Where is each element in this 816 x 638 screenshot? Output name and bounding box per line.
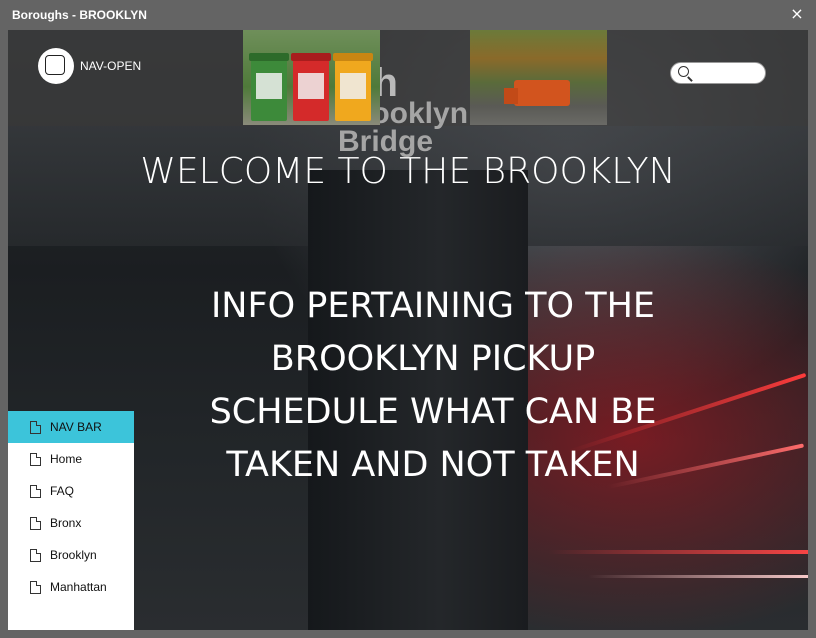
- close-icon[interactable]: ×: [788, 5, 806, 23]
- welcome-heading: WELCOME TO THE BROOKLYN: [140, 151, 676, 192]
- nav-open-label: NAV-OPEN: [80, 59, 142, 73]
- nav-item-bronx[interactable]: Bronx: [8, 507, 134, 539]
- garbage-truck-image: [470, 30, 607, 125]
- nav-item-label: Home: [50, 452, 83, 466]
- nav-item-nav-bar[interactable]: NAV BAR: [8, 411, 134, 443]
- page-content: igh Brooklyn Bridge NAV-OPEN WELCOME TO …: [8, 30, 808, 630]
- nav-item-faq[interactable]: FAQ: [8, 475, 134, 507]
- nav-item-label: Bronx: [50, 516, 82, 530]
- garbage-truck: [504, 80, 570, 106]
- document-icon: [30, 580, 41, 594]
- document-icon: [30, 420, 41, 434]
- search-input[interactable]: [670, 62, 766, 84]
- document-icon: [30, 516, 41, 530]
- nav-item-brooklyn[interactable]: Brooklyn: [8, 539, 134, 571]
- nav-item-label: Brooklyn: [50, 548, 97, 562]
- search-icon: [678, 66, 689, 77]
- app-window: Boroughs - BROOKLYN × igh Brooklyn Bridg…: [0, 0, 816, 638]
- nav-open-button[interactable]: NAV-OPEN: [38, 48, 141, 84]
- side-nav-bar: NAV BAR Home FAQ Bronx Brooklyn Manhatta…: [8, 411, 134, 630]
- yellow-bin: [333, 53, 373, 121]
- recycling-bins-image: [243, 30, 380, 125]
- light-streak: [548, 550, 808, 554]
- title-bar: Boroughs - BROOKLYN ×: [0, 0, 816, 30]
- info-line: TAKEN AND NOT TAKEN: [226, 445, 640, 485]
- nav-toggle-icon[interactable]: [38, 48, 74, 84]
- info-line: SCHEDULE WHAT CAN BE: [209, 392, 657, 432]
- info-text: INFO PERTAINING TO THE BROOKLYN PICKUP S…: [158, 280, 708, 492]
- nav-item-manhattan[interactable]: Manhattan: [8, 571, 134, 603]
- nav-item-label: Manhattan: [50, 580, 107, 594]
- info-line: INFO PERTAINING TO THE: [210, 286, 656, 326]
- document-icon: [30, 452, 41, 466]
- window-title: Boroughs - BROOKLYN: [12, 8, 147, 22]
- nav-item-label: NAV BAR: [50, 420, 102, 434]
- info-line: BROOKLYN PICKUP: [270, 339, 596, 379]
- light-streak: [588, 575, 808, 578]
- header-bar: igh Brooklyn Bridge NAV-OPEN: [8, 30, 808, 157]
- red-bin: [291, 53, 331, 121]
- nav-item-home[interactable]: Home: [8, 443, 134, 475]
- nav-item-label: FAQ: [50, 484, 75, 498]
- green-bin: [249, 53, 289, 121]
- document-icon: [30, 548, 41, 562]
- document-icon: [30, 484, 41, 498]
